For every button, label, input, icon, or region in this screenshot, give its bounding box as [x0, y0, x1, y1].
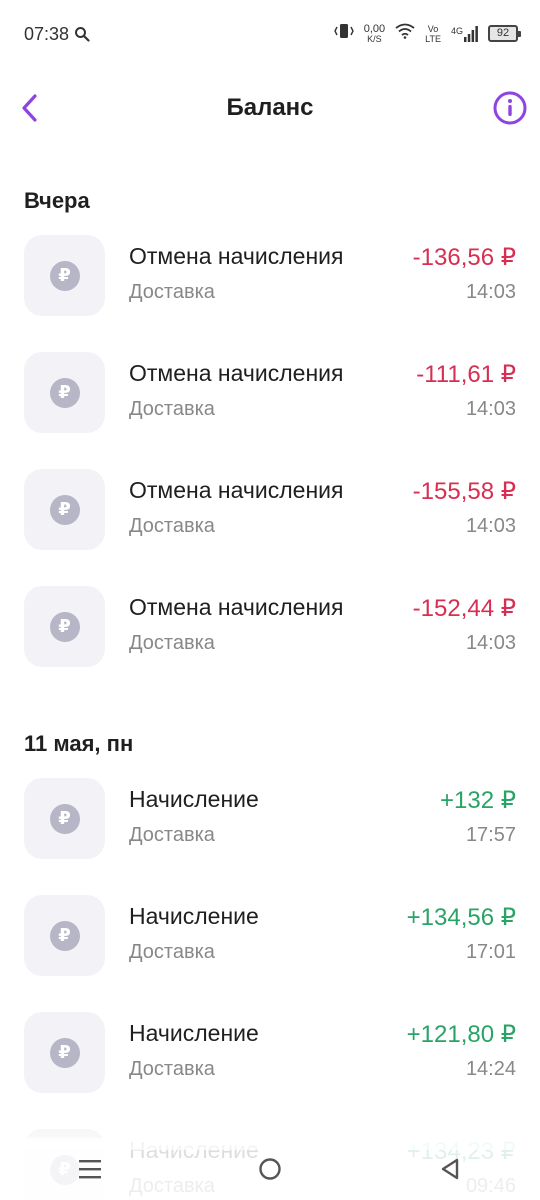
info-icon: [493, 91, 527, 125]
transaction-icon-box: ₽: [24, 469, 105, 550]
ruble-coin-icon: ₽: [49, 377, 80, 408]
net-speed-unit: K/S: [367, 33, 382, 44]
transaction-icon-box: ₽: [24, 895, 105, 976]
network-type: 4G: [450, 25, 463, 36]
app-header: Баланс: [0, 70, 540, 146]
battery-indicator: 92: [488, 25, 521, 42]
status-icons: 0,00 K/S Vo LTE 4G 92: [333, 22, 521, 45]
transaction-title: Отмена начисления: [129, 477, 344, 503]
section-title: 11 мая, пн: [24, 731, 134, 756]
transaction-title: Начисление: [129, 786, 259, 812]
net-speed: 0,00 K/S: [363, 22, 386, 44]
ruble-coin-icon: ₽: [49, 494, 80, 525]
transaction-time: 14:03: [465, 515, 516, 537]
transaction-title: Отмена начисления: [129, 243, 344, 269]
ruble-coin-icon: ₽: [49, 260, 80, 291]
transaction-row[interactable]: ₽ Отмена начисления Доставка -136,56 ₽ 14:03: [0, 235, 540, 352]
transaction-time: 14:03: [465, 398, 516, 420]
transaction-row[interactable]: ₽ Начисление Доставка +134,56 ₽ 17:01: [0, 895, 540, 1012]
transaction-icon-box: ₽: [24, 235, 105, 316]
volte-bottom: LTE: [425, 33, 441, 44]
transaction-row[interactable]: ₽ Отмена начисления Доставка -152,44 ₽ 14:03: [0, 586, 540, 703]
system-back-button[interactable]: [420, 1149, 480, 1189]
net-speed-value: 0,00: [363, 22, 386, 35]
transaction-time: 17:57: [465, 824, 516, 846]
transaction-icon-box: ₽: [24, 352, 105, 433]
transaction-amount: -152,44 ₽: [412, 595, 516, 622]
transaction-amount: +132 ₽: [440, 787, 516, 814]
transaction-amount: +121,80 ₽: [406, 1021, 516, 1048]
menu-icon: [79, 1160, 101, 1179]
transaction-amount: -155,58 ₽: [412, 478, 516, 505]
transaction-icon-box: ₽: [24, 1012, 105, 1093]
signal-icon: 4G: [450, 25, 478, 42]
search-icon: [74, 26, 90, 47]
transaction-time: 17:01: [465, 941, 516, 963]
recent-apps-button[interactable]: [60, 1149, 120, 1189]
status-bar: 07:38 0,00 K/S Vo LTE 4G 92: [0, 0, 540, 70]
home-button[interactable]: [240, 1149, 300, 1189]
transaction-icon-box: ₽: [24, 778, 105, 859]
volte-top: Vo: [427, 23, 439, 34]
vibrate-icon: [333, 22, 354, 45]
transaction-time: 14:24: [465, 1058, 516, 1080]
transaction-amount: +134,56 ₽: [406, 904, 516, 931]
ruble-coin-icon: ₽: [49, 920, 80, 951]
transaction-subtitle: Доставка: [129, 515, 215, 537]
transaction-subtitle: Доставка: [129, 281, 215, 303]
transaction-title: Отмена начисления: [129, 594, 344, 620]
info-button[interactable]: [492, 90, 528, 126]
transaction-subtitle: Доставка: [129, 1058, 215, 1080]
transaction-subtitle: Доставка: [129, 824, 215, 846]
transaction-title: Отмена начисления: [129, 360, 344, 386]
transaction-row[interactable]: ₽ Отмена начисления Доставка -155,58 ₽ 14:03: [0, 469, 540, 586]
home-circle-icon: [259, 1158, 281, 1180]
system-nav-bar: [0, 1138, 540, 1200]
section-title: Вчера: [24, 188, 90, 213]
volte-indicator: Vo LTE: [425, 24, 441, 44]
wifi-icon: [395, 23, 415, 44]
back-triangle-icon: [441, 1158, 459, 1180]
transaction-row[interactable]: ₽ Начисление Доставка +121,80 ₽ 14:24: [0, 1012, 540, 1129]
transaction-time: 14:03: [465, 281, 516, 303]
transaction-amount: -111,61 ₽: [416, 361, 516, 388]
status-time: 07:38: [24, 24, 70, 44]
transaction-subtitle: Доставка: [129, 398, 215, 420]
transaction-icon-box: ₽: [24, 586, 105, 667]
page-title: Баланс: [226, 94, 314, 121]
ruble-coin-icon: ₽: [49, 1037, 80, 1068]
ruble-coin-icon: ₽: [49, 611, 80, 642]
ruble-coin-icon: ₽: [49, 803, 80, 834]
transaction-subtitle: Доставка: [129, 941, 215, 963]
transaction-row[interactable]: ₽ Начисление Доставка +132 ₽ 17:57: [0, 778, 540, 895]
transaction-time: 14:03: [465, 632, 516, 654]
transaction-subtitle: Доставка: [129, 632, 215, 654]
transaction-title: Начисление: [129, 1020, 259, 1046]
transaction-amount: -136,56 ₽: [412, 244, 516, 271]
transaction-row[interactable]: ₽ Отмена начисления Доставка -111,61 ₽ 14:03: [0, 352, 540, 469]
transaction-title: Начисление: [129, 903, 259, 929]
transaction-list: Вчера ₽ Отмена начисления Доставка -136,56 ₽…: [0, 160, 540, 1200]
